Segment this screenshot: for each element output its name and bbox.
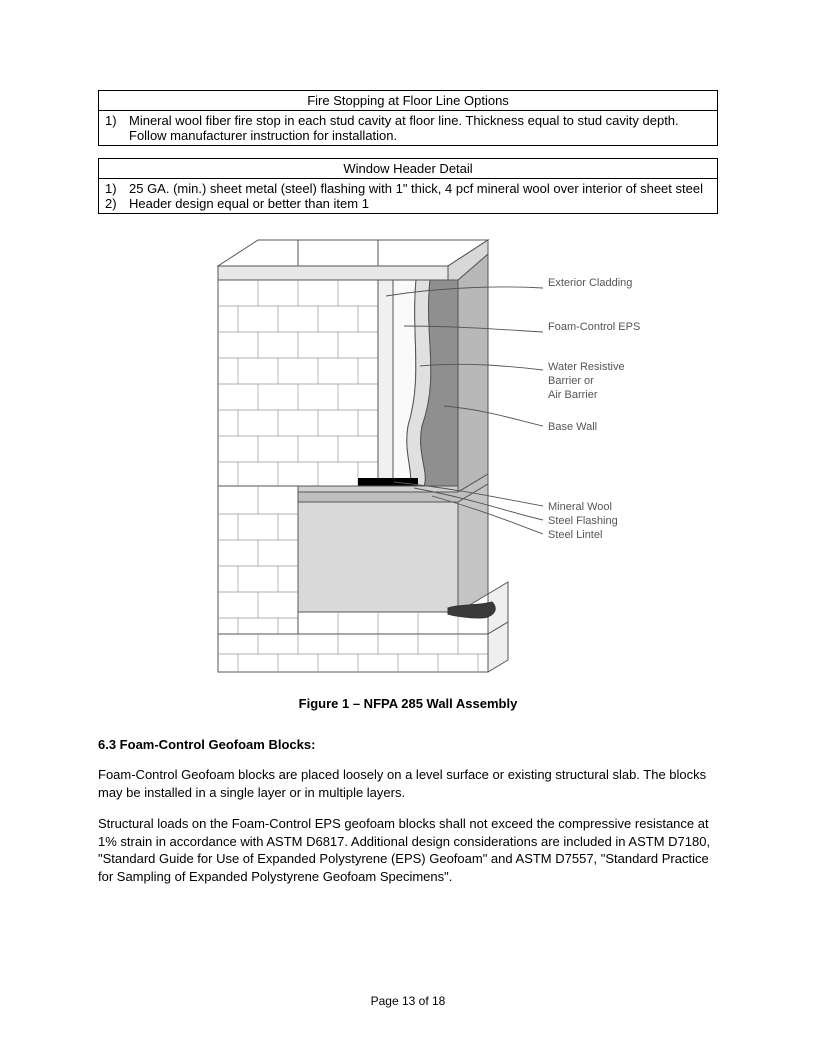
page: Fire Stopping at Floor Line Options 1) M… (0, 0, 816, 1056)
item-number: 1) (105, 113, 129, 143)
page-footer: Page 13 of 18 (0, 994, 816, 1008)
window-header-title: Window Header Detail (99, 159, 718, 179)
label-base-wall: Base Wall (548, 421, 597, 433)
fire-stopping-title: Fire Stopping at Floor Line Options (99, 91, 718, 111)
label-water-resistive-1: Water Resistive (548, 361, 625, 373)
item-number: 1) (105, 181, 129, 196)
fire-stopping-table: Fire Stopping at Floor Line Options 1) M… (98, 90, 718, 146)
label-steel-lintel: Steel Lintel (548, 529, 602, 541)
window-header-table: Window Header Detail 1) 25 GA. (min.) sh… (98, 158, 718, 214)
fire-stopping-item-1: 1) Mineral wool fiber fire stop in each … (99, 111, 718, 146)
item-text: Mineral wool fiber fire stop in each stu… (129, 113, 711, 143)
diagram-svg: Exterior Cladding Foam-Control EPS Water… (148, 226, 668, 686)
figure-caption: Figure 1 – NFPA 285 Wall Assembly (98, 696, 718, 711)
item-text: Header design equal or better than item … (129, 196, 711, 211)
label-water-resistive-2: Barrier or (548, 375, 594, 387)
label-water-resistive-3: Air Barrier (548, 389, 598, 401)
figure-wall-assembly: Exterior Cladding Foam-Control EPS Water… (98, 226, 718, 711)
item-number: 2) (105, 196, 129, 211)
label-steel-flashing: Steel Flashing (548, 515, 618, 527)
item-text: 25 GA. (min.) sheet metal (steel) flashi… (129, 181, 711, 196)
window-header-items: 1) 25 GA. (min.) sheet metal (steel) fla… (99, 179, 718, 214)
para-1: Foam-Control Geofoam blocks are placed l… (98, 766, 718, 801)
label-mineral-wool: Mineral Wool (548, 501, 612, 513)
para-2: Structural loads on the Foam-Control EPS… (98, 815, 718, 885)
label-foam-control-eps: Foam-Control EPS (548, 321, 640, 333)
section-heading-6-3: 6.3 Foam-Control Geofoam Blocks: (98, 737, 718, 752)
label-exterior-cladding: Exterior Cladding (548, 277, 632, 289)
